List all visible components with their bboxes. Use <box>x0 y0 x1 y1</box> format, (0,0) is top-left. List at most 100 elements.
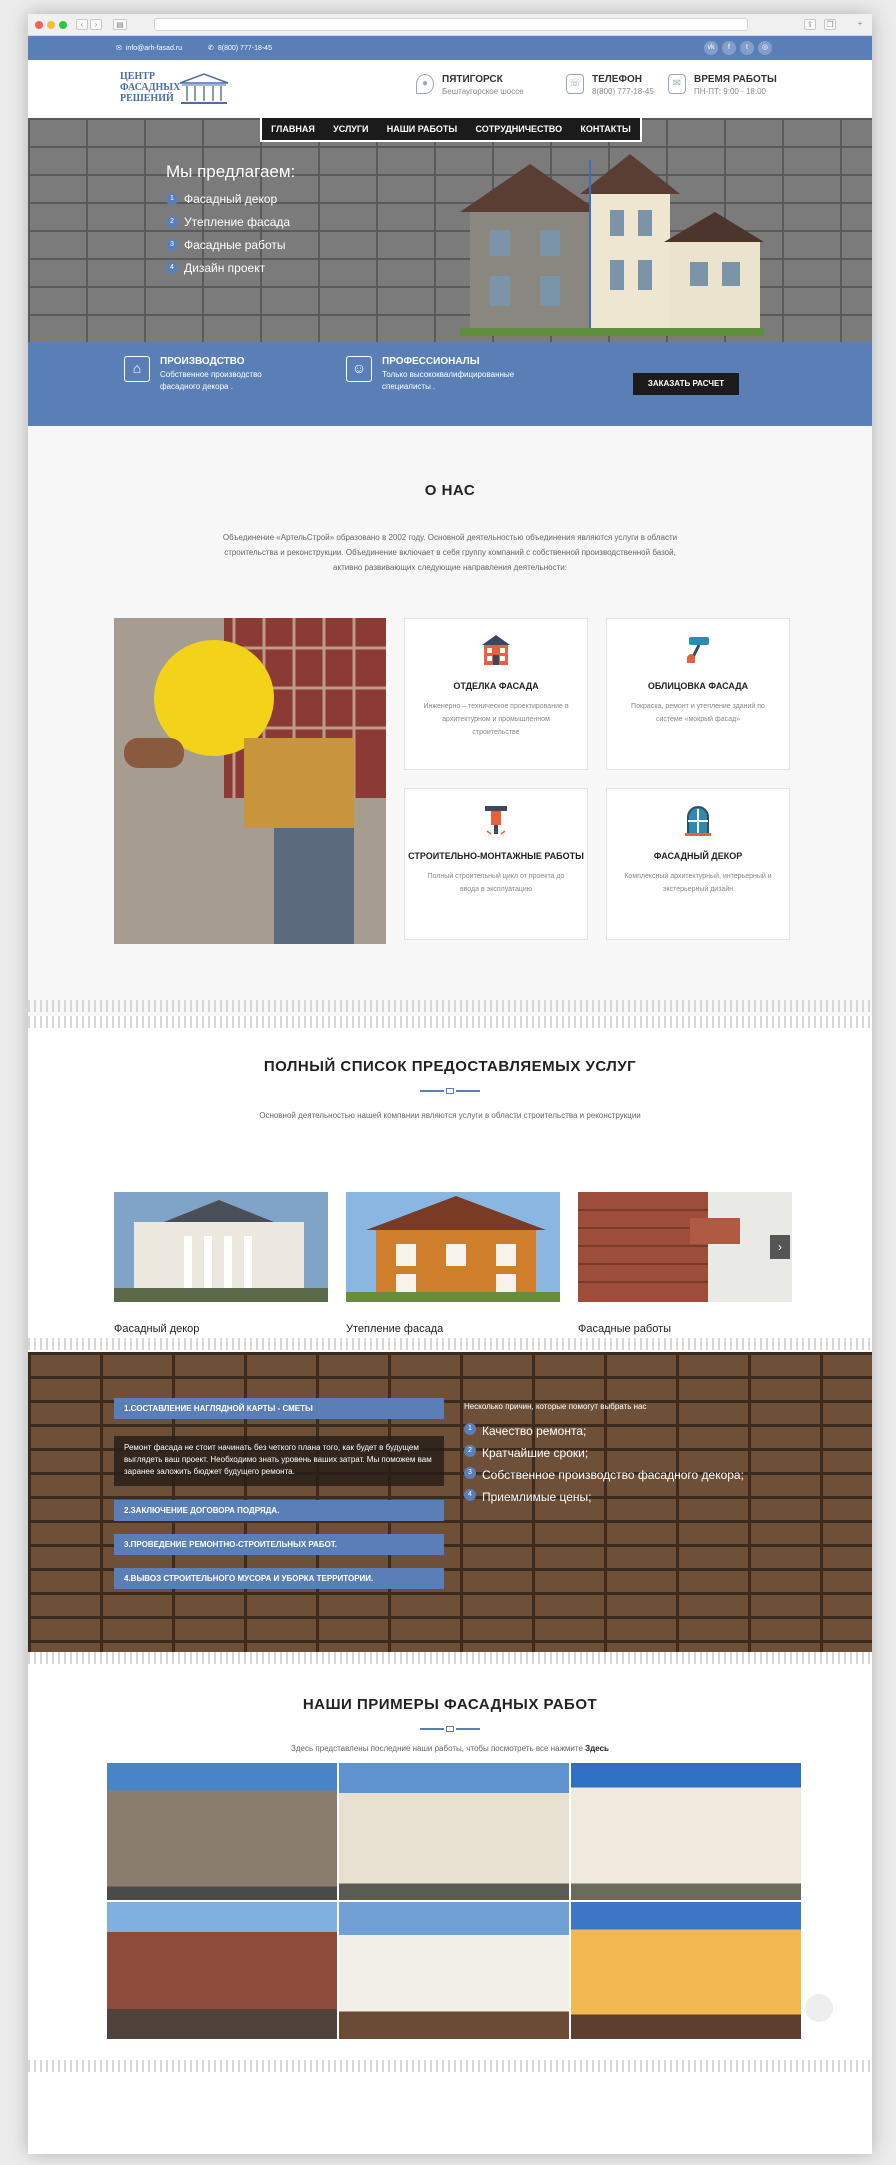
header-phone[interactable]: ☏ ТЕЛЕФОН 8(800) 777-18-45 <box>566 74 654 96</box>
top-bar: ✉ info@arh-fasad.ru ✆ 8(800) 777-18-45 vk … <box>28 36 872 60</box>
feature-professionals: ☺ ПРОФЕССИОНАЛЫ Только высококвалифициров… <box>346 356 550 393</box>
hero-section: ГЛАВНАЯ УСЛУГИ НАШИ РАБОТЫ СОТРУДНИЧЕСТВ… <box>28 118 872 342</box>
window-icon <box>685 806 711 836</box>
forward-icon[interactable]: › <box>90 19 102 30</box>
order-calc-button[interactable]: ЗАКАЗАТЬ РАСЧЕТ <box>633 373 739 395</box>
museum-icon: ⌂ <box>124 356 150 382</box>
gallery-photo[interactable] <box>106 1901 338 2040</box>
zigzag-divider <box>28 1652 872 1664</box>
service-card[interactable]: ФАСАДНЫЙ ДЕКОР Комплексный архитектурный… <box>606 788 790 940</box>
service-slide[interactable]: Фасадные работы <box>578 1192 792 1335</box>
jackhammer-icon <box>485 806 507 835</box>
works-link[interactable]: Здесь <box>585 1744 609 1753</box>
new-tab-icon[interactable]: + <box>854 19 866 30</box>
about-title: О НАС <box>424 482 476 499</box>
step-tab-1[interactable]: 1.СОСТАВЛЕНИЕ НАГЛЯДНОЙ КАРТЫ - СМЕТЫ <box>114 1398 444 1419</box>
about-section: О НАС Объединение «АртельСтрой» образова… <box>28 426 872 1016</box>
reason-item: 3 Собственное производство фасадного деко… <box>464 1467 744 1483</box>
reason-item: 1 Качество ремонта; <box>464 1423 744 1439</box>
nav-works[interactable]: НАШИ РАБОТЫ <box>387 124 458 134</box>
facade-decor-photo <box>114 1192 328 1302</box>
service-slide[interactable]: Фасадный декор <box>114 1192 328 1335</box>
nav-contacts[interactable]: КОНТАКТЫ <box>580 124 630 134</box>
hero-item: 4 Дизайн проект <box>166 261 295 275</box>
nav-services[interactable]: УСЛУГИ <box>333 124 368 134</box>
step-tab-2[interactable]: 2.ЗАКЛЮЧЕНИЕ ДОГОВОРА ПОДРЯДА. <box>114 1500 444 1521</box>
services-text: Основной деятельностью нашей компании яв… <box>259 1111 641 1120</box>
service-card[interactable]: ОБЛИЦОВКА ФАСАДА Покраска, ремонт и утеп… <box>606 618 790 770</box>
worker-icon: ☺ <box>346 356 372 382</box>
hero-title: Мы предлагаем: <box>166 162 296 181</box>
hero-offer: Мы предлагаем: 1 Фасадный декор 2 Утеплени… <box>166 162 295 284</box>
header-location: ● ПЯТИГОРСК Бештаугорское шоссе <box>416 74 524 96</box>
mail-icon: ✉ <box>116 45 122 52</box>
about-text: Объединение «АртельСтрой» образовано в 2… <box>222 533 678 572</box>
logo[interactable]: ЦЕНТР ФАСАДНЫХ РЕШЕНИЙ <box>120 69 232 107</box>
vk-icon[interactable]: vk <box>704 41 718 55</box>
insulation-photo <box>346 1192 560 1302</box>
gallery-photo[interactable] <box>338 1762 570 1901</box>
main-nav: ГЛАВНАЯ УСЛУГИ НАШИ РАБОТЫ СОТРУДНИЧЕСТВ… <box>260 118 642 142</box>
zigzag-divider <box>28 1016 872 1028</box>
works-title: НАШИ ПРИМЕРЫ ФАСАДНЫХ РАБОТ <box>302 1696 598 1713</box>
services-section: ПОЛНЫЙ СПИСОК ПРЕДОСТАВЛЯЕМЫХ УСЛУГ Осно… <box>28 1016 872 1352</box>
step-tab-4[interactable]: 4.ВЫВОЗ СТРОИТЕЛЬНОГО МУСОРА И УБОРКА ТЕ… <box>114 1568 444 1589</box>
nav-home[interactable]: ГЛАВНАЯ <box>271 124 315 134</box>
clock-icon: ✉ <box>668 74 686 94</box>
zigzag-divider <box>28 1338 872 1350</box>
building-icon <box>482 635 510 665</box>
service-card[interactable]: СТРОИТЕЛЬНО-МОНТАЖНЫЕ РАБОТЫ Полный стро… <box>404 788 588 940</box>
step-tab-3[interactable]: 3.ПРОВЕДЕНИЕ РЕМОНТНО-СТРОИТЕЛЬНЫХ РАБОТ… <box>114 1534 444 1555</box>
facade-works-photo <box>578 1192 792 1302</box>
gallery-photo[interactable] <box>106 1762 338 1901</box>
works-text: Здесь представлены последние наши работы… <box>291 1744 609 1753</box>
works-section: НАШИ ПРИМЕРЫ ФАСАДНЫХ РАБОТ Здесь предст… <box>28 1652 872 2072</box>
gallery-photo[interactable] <box>570 1901 802 2040</box>
hero-item: 1 Фасадный декор <box>166 192 295 206</box>
top-phone[interactable]: ✆ 8(800) 777-18-45 <box>208 44 272 53</box>
reasons-list: Несколько причин, которые помогут выбрат… <box>464 1402 744 1505</box>
services-title: ПОЛНЫЙ СПИСОК ПРЕДОСТАВЛЯЕМЫХ УСЛУГ <box>263 1058 637 1075</box>
slider-next-icon[interactable]: › <box>770 1235 790 1259</box>
service-slide[interactable]: Утепление фасада <box>346 1192 560 1335</box>
nav-cooperation[interactable]: СОТРУДНИЧЕСТВО <box>476 124 563 134</box>
house-illustration <box>460 154 764 336</box>
gallery-photo[interactable] <box>338 1901 570 2040</box>
top-email[interactable]: ✉ info@arh-fasad.ru <box>116 44 182 53</box>
minimize-dot[interactable] <box>47 21 55 29</box>
hero-item: 2 Утепление фасада <box>166 215 295 229</box>
close-dot[interactable] <box>35 21 43 29</box>
facebook-icon[interactable]: f <box>722 41 736 55</box>
feature-production: ⌂ ПРОИЗВОДСТВО Собственное производство ф… <box>124 356 280 393</box>
logo-building-icon <box>179 73 229 104</box>
tabs-icon[interactable]: ❐ <box>824 19 836 30</box>
hero-item: 3 Фасадные работы <box>166 238 295 252</box>
title-divider <box>420 1726 480 1732</box>
reason-item: 4 Приемлимые цены; <box>464 1489 744 1505</box>
title-divider <box>420 1088 480 1094</box>
instagram-icon[interactable]: ◎ <box>758 41 772 55</box>
worker-photo <box>114 618 386 944</box>
paint-roller-icon <box>687 637 709 663</box>
maximize-dot[interactable] <box>59 21 67 29</box>
scroll-up-button[interactable] <box>805 1994 833 2022</box>
header-hours: ✉ ВРЕМЯ РАБОТЫ ПН-ПТ: 9:00 - 18:00 <box>668 74 777 96</box>
sidebar-icon[interactable]: ▤ <box>113 19 127 30</box>
twitter-icon[interactable]: t <box>740 41 754 55</box>
share-icon[interactable]: ⇪ <box>804 19 816 30</box>
browser-window: ‹ › ▤ ⇪ ❐ + ✉ info@arh-fasad.ru ✆ 8(800) 7… <box>28 14 872 2154</box>
back-icon[interactable]: ‹ <box>76 19 88 30</box>
phone-icon: ✆ <box>208 45 214 52</box>
step-body: Ремонт фасада не стоит начинать без четк… <box>114 1436 444 1486</box>
url-bar[interactable] <box>154 18 748 31</box>
browser-chrome: ‹ › ▤ ⇪ ❐ + <box>28 14 872 36</box>
zigzag-divider <box>28 1000 872 1012</box>
why-us-section: 1.СОСТАВЛЕНИЕ НАГЛЯДНОЙ КАРТЫ - СМЕТЫ Ре… <box>28 1352 872 1652</box>
features-band: ⌂ ПРОИЗВОДСТВО Собственное производство ф… <box>28 342 872 426</box>
service-card[interactable]: ОТДЕЛКА ФАСАДА Инженерно – техническое п… <box>404 618 588 770</box>
gallery-photo[interactable] <box>570 1762 802 1901</box>
reason-item: 2 Кратчайшие сроки; <box>464 1445 744 1461</box>
site-header: ЦЕНТР ФАСАДНЫХ РЕШЕНИЙ ● ПЯТИГОРСК Бештауго… <box>28 60 872 118</box>
zigzag-divider <box>28 2060 872 2072</box>
location-icon: ● <box>416 74 434 94</box>
